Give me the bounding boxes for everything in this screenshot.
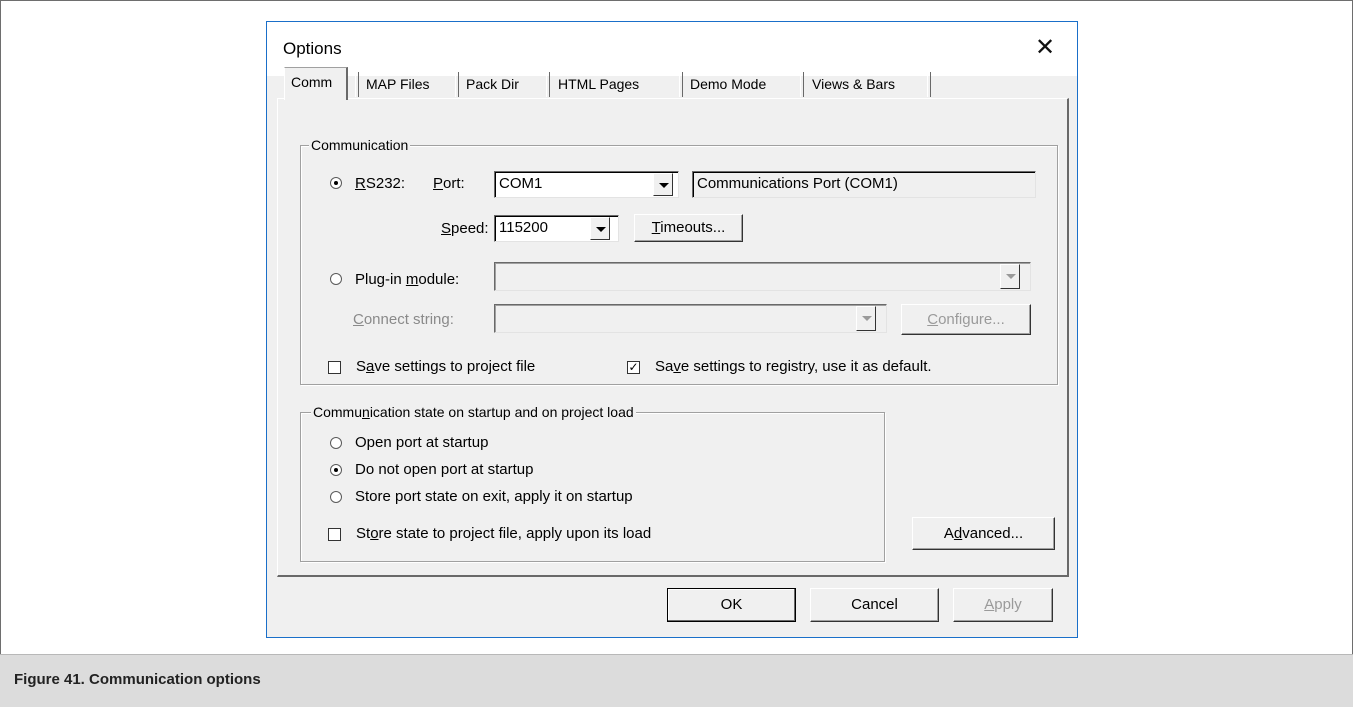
close-icon[interactable]: ✕ (1023, 28, 1067, 68)
tab-separator (355, 72, 359, 97)
port-description-field: Communications Port (COM1) (692, 171, 1036, 198)
tab-separator (679, 72, 683, 97)
startup-open-label: Open port at startup (355, 434, 489, 451)
connect-string-combo (494, 304, 887, 333)
tab-separator (546, 72, 550, 97)
tab-separator (800, 72, 804, 97)
advanced-button[interactable]: Advanced... (912, 517, 1055, 550)
connect-dropdown-icon (856, 306, 876, 331)
tab-map-files[interactable]: MAP Files (360, 70, 436, 98)
save-registry-checkbox[interactable]: ✓ (627, 361, 640, 374)
communication-legend: Communication (309, 136, 411, 154)
speed-dropdown-icon[interactable] (590, 217, 610, 240)
tab-html-pages[interactable]: HTML Pages (552, 70, 645, 98)
tab-separator (927, 72, 931, 97)
port-label: Port: (433, 175, 465, 192)
ok-button[interactable]: OK (667, 588, 796, 622)
tab-pack-dir[interactable]: Pack Dir (460, 70, 525, 98)
startup-store-label: Store port state on exit, apply it on st… (355, 488, 633, 505)
port-combo[interactable]: COM1 (494, 171, 679, 198)
startup-notopen-radio[interactable] (330, 464, 342, 476)
tab-demo-mode[interactable]: Demo Mode (684, 70, 772, 98)
speed-value: 115200 (499, 219, 548, 236)
save-project-label: Save settings to project file (356, 358, 536, 375)
configure-button: Configure... (901, 304, 1031, 335)
tab-views-bars[interactable]: Views & Bars (806, 70, 901, 98)
plugin-dropdown-icon (1000, 264, 1020, 289)
dialog-title: Options (283, 39, 342, 58)
plugin-label: Plug-in module: (355, 271, 460, 288)
save-registry-label: Save settings to registry, use it as def… (655, 358, 932, 375)
tab-separator (455, 72, 459, 97)
figure-caption: Figure 41. Communication options (14, 671, 261, 688)
store-state-label: Store state to project file, apply upon … (356, 525, 652, 542)
rs232-label: RS232: (355, 175, 406, 192)
store-state-checkbox[interactable] (328, 528, 341, 541)
cancel-button[interactable]: Cancel (810, 588, 939, 622)
timeouts-button[interactable]: Timeouts... (634, 214, 743, 242)
startup-store-radio[interactable] (330, 491, 342, 503)
startup-legend: Communication state on startup and on pr… (311, 403, 636, 421)
startup-notopen-label: Do not open port at startup (355, 461, 534, 478)
port-description: Communications Port (COM1) (697, 175, 898, 192)
connect-string-label: Connect string: (353, 311, 454, 328)
speed-label: Speed: (441, 220, 489, 237)
apply-button: Apply (953, 588, 1053, 622)
startup-open-radio[interactable] (330, 437, 342, 449)
figure-caption-bar: Figure 41. Communication options (0, 654, 1353, 707)
port-dropdown-icon[interactable] (653, 173, 673, 196)
rs232-radio[interactable] (330, 177, 342, 189)
title-bar: Options ✕ (267, 22, 1077, 76)
plugin-radio[interactable] (330, 273, 342, 285)
port-value: COM1 (499, 175, 543, 192)
tab-comm[interactable]: Comm (284, 67, 348, 100)
save-project-checkbox[interactable] (328, 361, 341, 374)
plugin-module-combo (494, 262, 1031, 291)
